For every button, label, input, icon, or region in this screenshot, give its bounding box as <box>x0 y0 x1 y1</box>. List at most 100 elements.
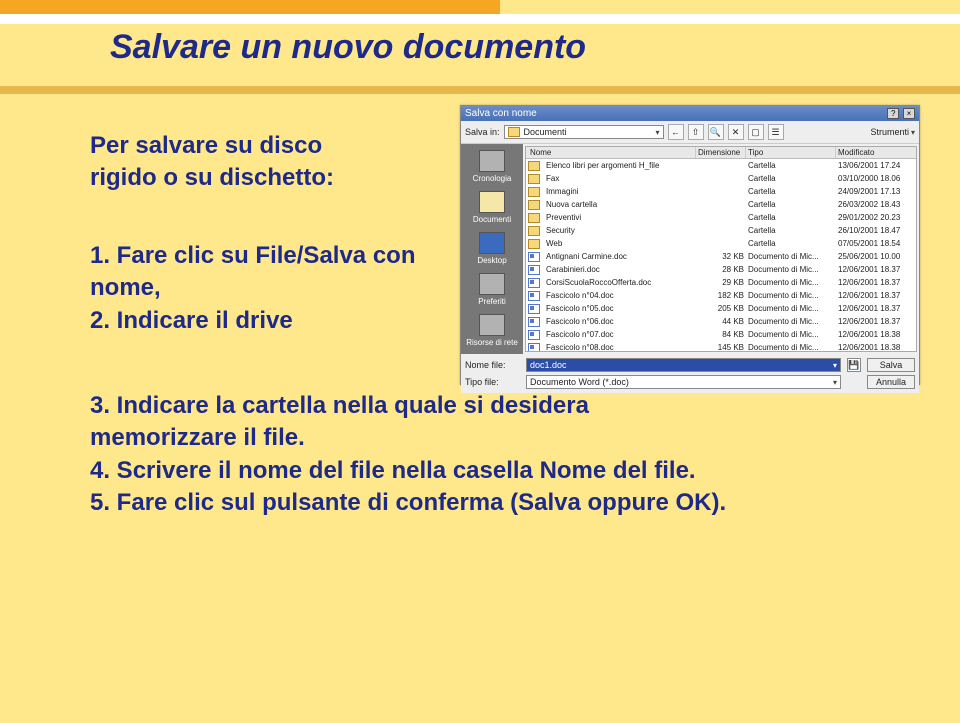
file-type: Documento di Mic... <box>746 290 836 301</box>
sidebar-item-risorse[interactable]: Risorse di rete <box>466 314 518 347</box>
file-modified: 26/10/2001 18.47 <box>836 225 916 236</box>
file-row[interactable]: Elenco libri per argomenti H_fileCartell… <box>526 159 916 172</box>
folder-icon <box>528 239 540 249</box>
file-name: Elenco libri per argomenti H_file <box>542 160 696 171</box>
documents-icon <box>479 191 505 213</box>
network-icon <box>479 314 505 336</box>
sidebar-label: Cronologia <box>473 174 512 183</box>
intro-line-2: rigido o su dischetto: <box>90 162 450 194</box>
file-row[interactable]: CorsiScuolaRoccoOfferta.doc29 KBDocument… <box>526 276 916 289</box>
file-row[interactable]: Security Cartella26/10/2001 18.47 <box>526 224 916 237</box>
search-icon: 🔍 <box>710 127 721 138</box>
sidebar-label: Desktop <box>477 256 506 265</box>
file-size: 145 KB <box>696 342 746 352</box>
file-name: Fascicolo n°07.doc <box>542 329 696 340</box>
document-icon <box>528 343 540 353</box>
file-row[interactable]: WebCartella07/05/2001 18.54 <box>526 237 916 250</box>
accent-stripe-white <box>0 14 960 24</box>
file-name: Web <box>542 238 696 249</box>
sidebar-item-cronologia[interactable]: Cronologia <box>473 150 512 183</box>
file-modified: 12/06/2001 18.37 <box>836 277 916 288</box>
document-icon <box>528 304 540 314</box>
file-size: 28 KB <box>696 264 746 275</box>
sidebar-item-documenti[interactable]: Documenti <box>473 191 511 224</box>
file-size <box>696 230 746 232</box>
file-row[interactable]: PreventiviCartella29/01/2002 20.23 <box>526 211 916 224</box>
file-name: Fascicolo n°06.doc <box>542 316 696 327</box>
help-button[interactable]: ? <box>887 108 899 119</box>
file-list: Nome Dimensione Tipo Modificato Elenco l… <box>525 146 917 352</box>
file-size <box>696 243 746 245</box>
file-modified: 13/06/2001 17.24 <box>836 160 916 171</box>
sidebar-label: Risorse di rete <box>466 338 518 347</box>
step-5: 5. Fare clic sul pulsante di conferma (S… <box>90 487 870 519</box>
file-row[interactable]: Fascicolo n°05.doc205 KBDocumento di Mic… <box>526 302 916 315</box>
file-row[interactable]: Antignani Carmine.doc32 KBDocumento di M… <box>526 250 916 263</box>
tools-menu[interactable]: Strumenti ▾ <box>870 127 915 137</box>
file-type: Cartella <box>746 225 836 236</box>
file-name: Fascicolo n°05.doc <box>542 303 696 314</box>
delete-button[interactable]: ✕ <box>728 124 744 140</box>
file-row[interactable]: Nuova cartellaCartella26/03/2002 18.43 <box>526 198 916 211</box>
document-icon <box>528 317 540 327</box>
col-size[interactable]: Dimensione <box>696 147 746 158</box>
file-size <box>696 191 746 193</box>
close-button[interactable]: × <box>903 108 915 119</box>
folder-icon <box>528 161 540 171</box>
folder-icon <box>528 187 540 197</box>
save-icon-button[interactable]: 💾 <box>847 358 861 372</box>
sidebar-item-desktop[interactable]: Desktop <box>477 232 506 265</box>
file-type: Cartella <box>746 186 836 197</box>
filetype-label: Tipo file: <box>465 377 520 387</box>
filename-value: doc1.doc <box>530 360 567 370</box>
file-type: Cartella <box>746 212 836 223</box>
sidebar-label: Preferiti <box>478 297 506 306</box>
file-row[interactable]: Fascicolo n°08.doc145 KBDocumento di Mic… <box>526 341 916 352</box>
filetype-dropdown[interactable]: Documento Word (*.doc) ▾ <box>526 375 841 389</box>
file-size: 84 KB <box>696 329 746 340</box>
steps-1-2: 1. Fare clic su File/Salva con nome, 2. … <box>90 240 490 337</box>
file-row[interactable]: Fascicolo n°07.doc84 KBDocumento di Mic.… <box>526 328 916 341</box>
step-2: 2. Indicare il drive <box>90 305 490 337</box>
chevron-down-icon: ▾ <box>656 128 660 137</box>
save-in-dropdown[interactable]: Documenti ▾ <box>504 125 664 139</box>
save-in-label: Salva in: <box>465 127 500 137</box>
views-button[interactable]: ☰ <box>768 124 784 140</box>
file-row[interactable]: Carabinieri.doc28 KBDocumento di Mic...1… <box>526 263 916 276</box>
new-folder-icon: ▢ <box>751 127 760 138</box>
search-button[interactable]: 🔍 <box>708 124 724 140</box>
col-type[interactable]: Tipo <box>746 147 836 158</box>
file-row[interactable]: ImmaginiCartella24/09/2001 17.13 <box>526 185 916 198</box>
new-folder-button[interactable]: ▢ <box>748 124 764 140</box>
folder-icon <box>528 213 540 223</box>
file-modified: 12/06/2001 18.37 <box>836 264 916 275</box>
step-4: 4. Scrivere il nome del file nella casel… <box>90 455 870 487</box>
dialog-title: Salva con nome <box>465 108 537 119</box>
desktop-icon <box>479 232 505 254</box>
save-button[interactable]: Salva <box>867 358 915 372</box>
file-row[interactable]: Fascicolo n°06.doc44 KBDocumento di Mic.… <box>526 315 916 328</box>
file-name: Security <box>542 225 696 236</box>
file-name: Immagini <box>542 186 696 197</box>
col-modified[interactable]: Modificato <box>836 147 916 158</box>
file-type: Documento di Mic... <box>746 277 836 288</box>
file-name: CorsiScuolaRoccoOfferta.doc <box>542 277 696 288</box>
col-name[interactable]: Nome <box>526 147 696 158</box>
up-button[interactable]: ⇧ <box>688 124 704 140</box>
filename-input[interactable]: doc1.doc ▾ <box>526 358 841 372</box>
back-button[interactable]: ← <box>668 124 684 140</box>
cancel-button[interactable]: Annulla <box>867 375 915 389</box>
file-name: Fascicolo n°04.doc <box>542 290 696 301</box>
save-as-dialog: Salva con nome ? × Salva in: Documenti ▾… <box>460 105 920 385</box>
file-row[interactable]: FaxCartella03/10/2000 18.06 <box>526 172 916 185</box>
dialog-bottom: Nome file: doc1.doc ▾ 💾 Salva Tipo file:… <box>461 354 919 393</box>
dialog-body: Cronologia Documenti Desktop Preferiti R… <box>461 144 919 354</box>
file-modified: 25/06/2001 10.00 <box>836 251 916 262</box>
file-size: 182 KB <box>696 290 746 301</box>
file-type: Cartella <box>746 173 836 184</box>
sidebar-item-preferiti[interactable]: Preferiti <box>478 273 506 306</box>
file-type: Cartella <box>746 238 836 249</box>
document-icon <box>528 252 540 262</box>
file-row[interactable]: Fascicolo n°04.doc182 KBDocumento di Mic… <box>526 289 916 302</box>
document-icon <box>528 278 540 288</box>
